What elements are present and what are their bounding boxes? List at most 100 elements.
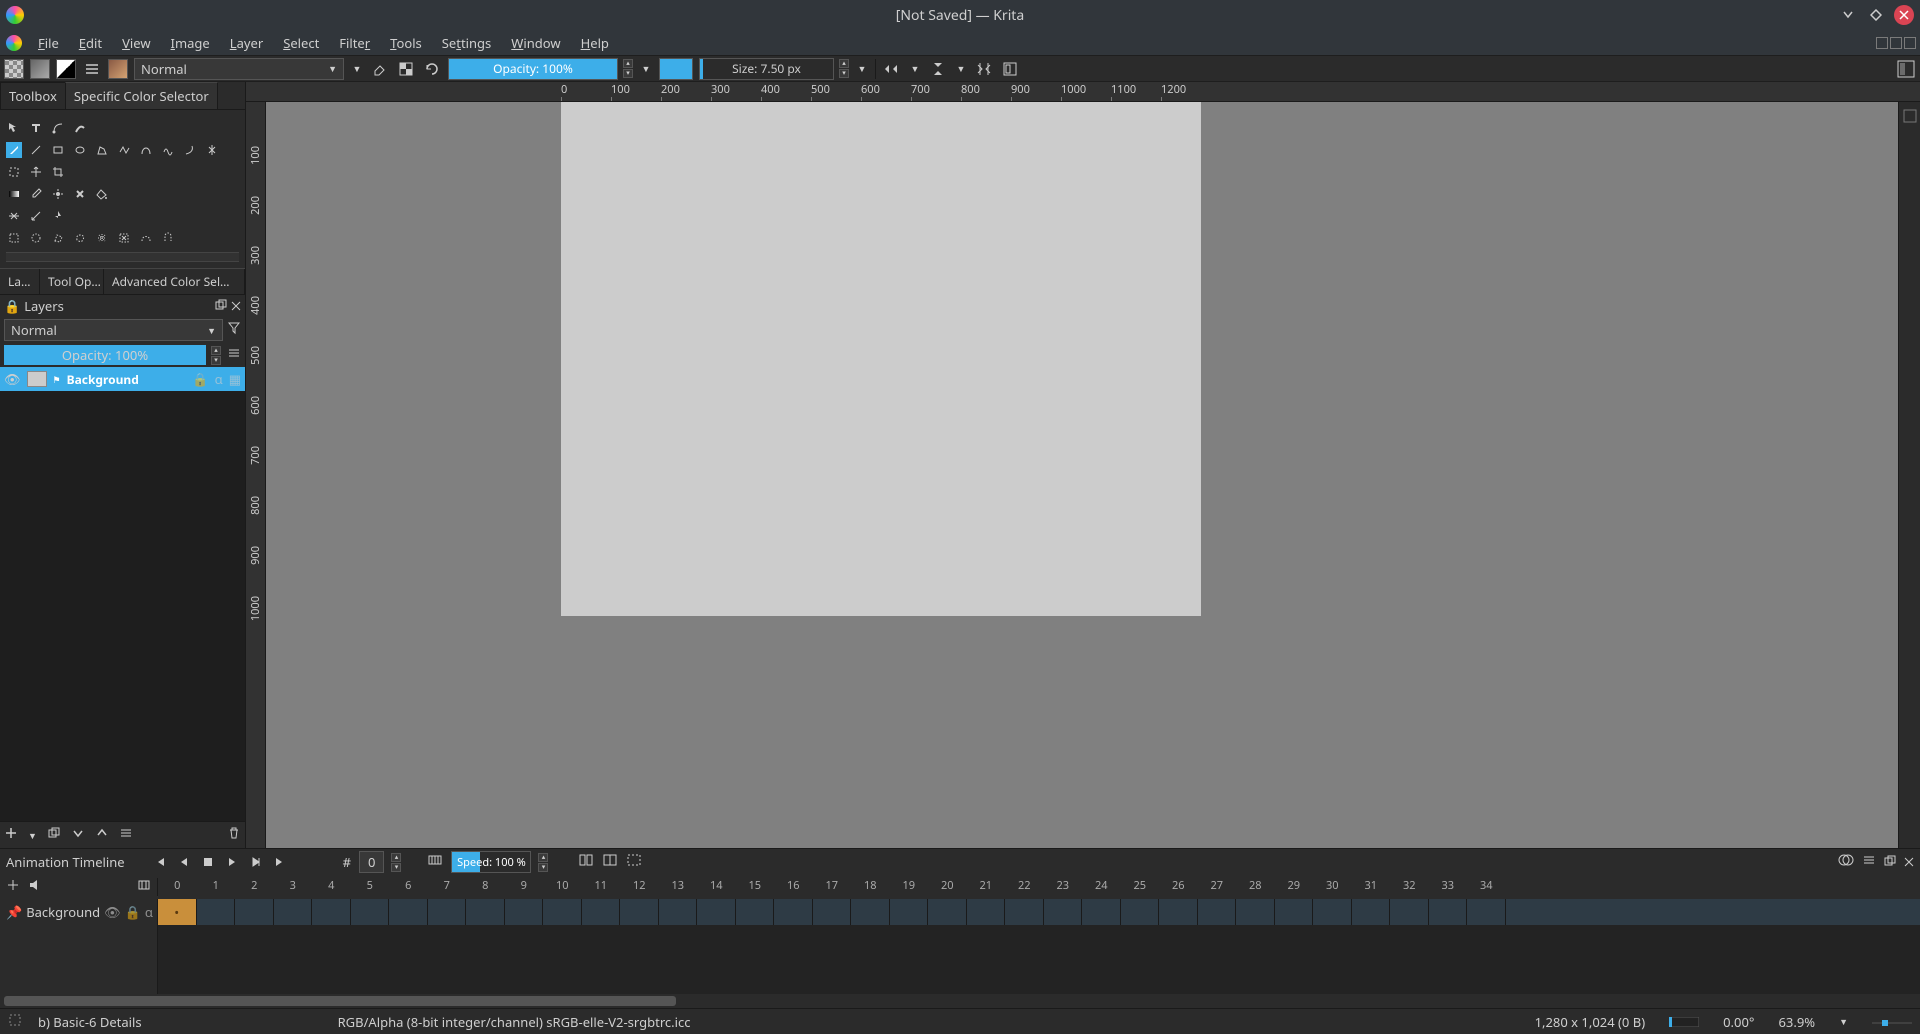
anim-speed-slider[interactable]: Speed: 100 % [451, 851, 531, 873]
timeline-scrollbar[interactable] [0, 994, 1920, 1008]
duplicate-layer-button[interactable] [47, 826, 61, 844]
menu-help[interactable]: Help [571, 31, 619, 55]
frame-cell[interactable] [235, 899, 274, 925]
tool-contiguous-select[interactable] [94, 230, 110, 246]
layer-alpha-icon[interactable]: α [215, 370, 223, 388]
frame-tick[interactable]: 34 [1467, 878, 1506, 896]
frame-tick[interactable]: 19 [890, 878, 929, 896]
track-pin-icon[interactable]: 📌 [6, 903, 22, 921]
tool-assistant[interactable] [6, 208, 22, 224]
frame-cell[interactable] [1236, 899, 1275, 925]
pattern-swatch-icon[interactable] [4, 59, 24, 79]
frame-tick[interactable]: 16 [774, 878, 813, 896]
frame-cell[interactable] [1467, 899, 1506, 925]
frame-cell[interactable] [967, 899, 1006, 925]
frame-tick[interactable]: 15 [736, 878, 775, 896]
menu-image[interactable]: Image [161, 31, 220, 55]
frame-cell[interactable] [274, 899, 313, 925]
layer-properties-button[interactable] [119, 826, 133, 844]
tool-move[interactable] [6, 120, 22, 136]
delete-layer-button[interactable] [227, 826, 241, 844]
tab-specific-color[interactable]: Specific Color Selector [65, 82, 218, 109]
layer-blend-dropdown[interactable]: Normal ▼ [4, 319, 223, 341]
anim-play-button[interactable] [225, 855, 239, 869]
fg-bg-swap-icon[interactable] [56, 59, 76, 79]
track-lock-icon[interactable]: 🔒 [125, 903, 141, 921]
layer-options-icon[interactable] [227, 346, 241, 364]
layer-visibility-icon[interactable]: 👁 [4, 370, 21, 388]
wrap-around-icon[interactable] [974, 59, 994, 79]
frame-ruler[interactable]: 0123456789101112131415161718192021222324… [158, 878, 1920, 896]
reload-brush-icon[interactable] [422, 59, 442, 79]
zoom-slider[interactable] [1872, 1013, 1912, 1031]
tool-rectangle[interactable] [50, 142, 66, 158]
preserve-alpha-icon[interactable] [396, 59, 416, 79]
frame-cell[interactable] [197, 899, 236, 925]
frame-tick[interactable]: 2 [235, 878, 274, 896]
size-dropdown-arrow[interactable]: ▼ [855, 62, 869, 75]
frame-tick[interactable]: 3 [274, 878, 313, 896]
frame-tick[interactable]: 18 [851, 878, 890, 896]
frame-spinner[interactable]: ▴▾ [391, 853, 401, 872]
gradient-swatch-icon[interactable] [30, 59, 50, 79]
anim-audio-button[interactable] [28, 878, 42, 896]
mirror-horizontal-icon[interactable] [882, 59, 902, 79]
eraser-mode-icon[interactable] [370, 59, 390, 79]
brush-settings-icon[interactable] [82, 59, 102, 79]
menu-filter[interactable]: Filter [329, 31, 380, 55]
menu-window[interactable]: Window [501, 31, 570, 55]
layer-filter-icon[interactable] [227, 321, 241, 339]
tool-similar-select[interactable] [116, 230, 132, 246]
frame-tick[interactable]: 7 [428, 878, 467, 896]
frame-tick[interactable]: 11 [582, 878, 621, 896]
frame-number-input[interactable]: 0 [359, 851, 384, 873]
anim-onion-next-icon[interactable] [602, 853, 618, 871]
tool-pattern-edit[interactable] [50, 186, 66, 202]
tool-freehand-path[interactable] [160, 142, 176, 158]
statusbar-zoom[interactable]: 63.9% [1778, 1013, 1815, 1031]
frame-tick[interactable]: 27 [1198, 878, 1237, 896]
frame-tick[interactable]: 32 [1390, 878, 1429, 896]
frame-tick[interactable]: 4 [312, 878, 351, 896]
frame-tick[interactable]: 5 [351, 878, 390, 896]
menu-view[interactable]: View [112, 31, 160, 55]
tool-text[interactable] [28, 120, 44, 136]
frame-tick[interactable]: 20 [928, 878, 967, 896]
tool-bezier[interactable] [138, 142, 154, 158]
frame-cell[interactable] [1390, 899, 1429, 925]
workspace-switcher-icon[interactable] [1896, 59, 1916, 79]
tool-calligraphy[interactable] [72, 120, 88, 136]
menu-select[interactable]: Select [273, 31, 329, 55]
anim-add-keyframe-button[interactable] [6, 878, 20, 896]
frame-tick[interactable]: 10 [543, 878, 582, 896]
frame-cell[interactable] [1005, 899, 1044, 925]
track-alpha-icon[interactable]: α [145, 903, 153, 921]
frame-cell[interactable] [1044, 899, 1083, 925]
frame-cell[interactable] [1352, 899, 1391, 925]
anim-first-frame-button[interactable] [153, 855, 167, 869]
tool-edit-shapes[interactable] [50, 120, 66, 136]
right-strip-toggle-icon[interactable] [1900, 106, 1920, 126]
window-minimize-button[interactable] [1838, 5, 1858, 25]
tab-toolbox[interactable]: Toolbox [0, 82, 66, 109]
opacity-slider[interactable]: Opacity: 100% [448, 58, 618, 80]
anim-next-frame-button[interactable] [249, 855, 263, 869]
anim-prev-frame-button[interactable] [177, 855, 191, 869]
anim-stop-button[interactable] [201, 855, 215, 869]
frame-tick[interactable]: 25 [1121, 878, 1160, 896]
tool-polygon[interactable] [94, 142, 110, 158]
frame-tick[interactable]: 1 [197, 878, 236, 896]
tool-freehand-select[interactable] [72, 230, 88, 246]
frame-cell[interactable] [1159, 899, 1198, 925]
tool-crop[interactable] [50, 164, 66, 180]
canvas-viewport[interactable] [266, 102, 1898, 848]
anim-close-icon[interactable] [1904, 853, 1914, 871]
frame-cell[interactable] [543, 899, 582, 925]
add-layer-button[interactable] [4, 826, 18, 844]
frame-tick[interactable]: 8 [466, 878, 505, 896]
anim-float-icon[interactable] [1884, 853, 1896, 871]
size-spinner[interactable]: ▴▾ [839, 59, 849, 78]
frame-cell[interactable] [1429, 899, 1468, 925]
frame-cell[interactable] [928, 899, 967, 925]
layer-lock-icon[interactable]: 🔒 [192, 370, 208, 388]
